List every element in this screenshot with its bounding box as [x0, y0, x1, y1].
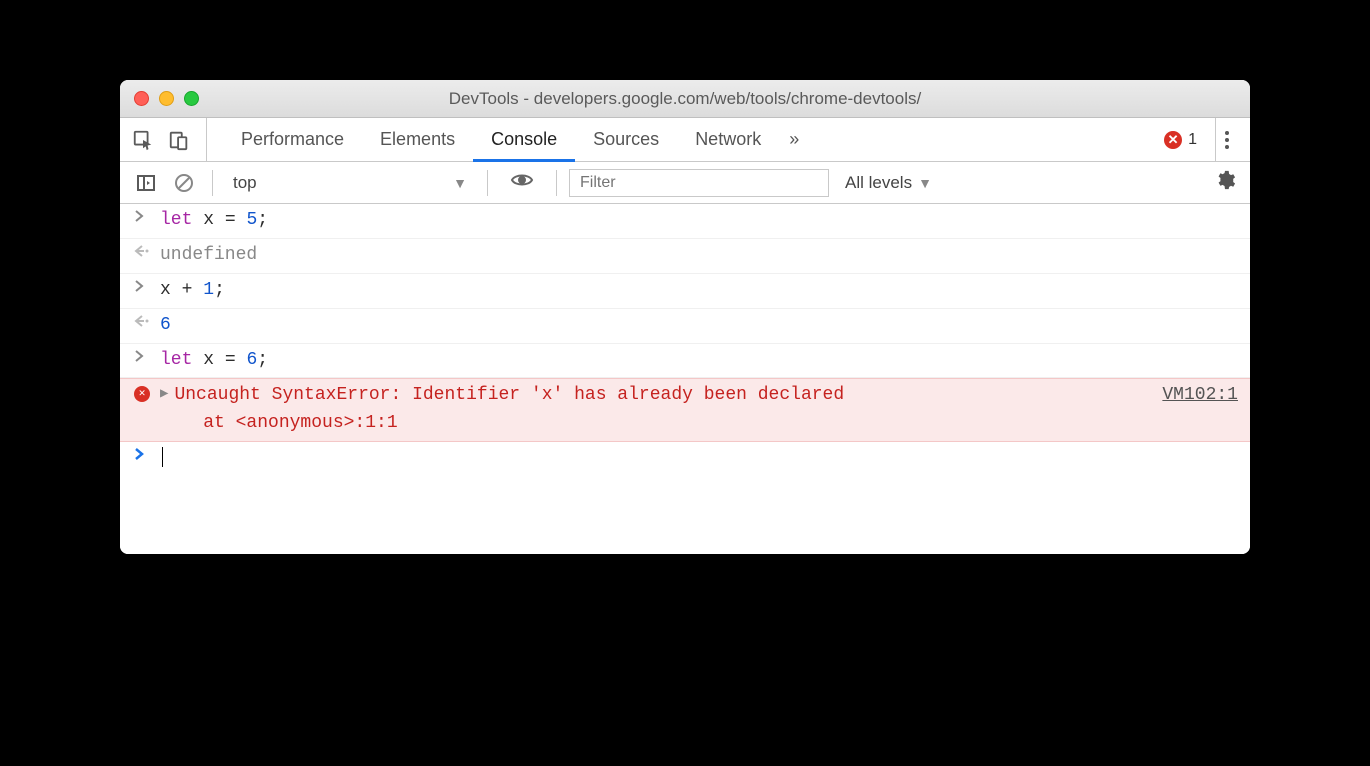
minimize-window-button[interactable]: [159, 91, 174, 106]
tab-console[interactable]: Console: [473, 118, 575, 161]
input-prompt-icon: [134, 347, 160, 363]
error-message: ▶Uncaught SyntaxError: Identifier 'x' ha…: [160, 382, 1142, 438]
console-line-content: let x = 5;: [160, 207, 1238, 235]
devtools-window: DevTools - developers.google.com/web/too…: [120, 80, 1250, 554]
log-levels-value: All levels: [845, 173, 912, 193]
console-input-line[interactable]: let x = 6;: [120, 344, 1250, 379]
window-titlebar: DevTools - developers.google.com/web/too…: [120, 80, 1250, 118]
clear-console-icon[interactable]: [168, 173, 200, 193]
tabs-overflow-button[interactable]: »: [779, 129, 809, 150]
error-icon: ✕: [134, 382, 160, 402]
error-count-badge[interactable]: ✕ 1: [1154, 131, 1207, 149]
result-arrow-icon: [134, 312, 160, 328]
console-result-line[interactable]: undefined: [120, 239, 1250, 274]
console-result-line[interactable]: 6: [120, 309, 1250, 344]
chevron-down-icon: ▼: [453, 175, 467, 191]
console-line-content: undefined: [160, 242, 1238, 270]
prompt-icon: [134, 445, 160, 461]
error-icon: ✕: [1164, 131, 1182, 149]
console-toolbar: top ▼ All levels ▼: [120, 162, 1250, 204]
window-title: DevTools - developers.google.com/web/too…: [120, 89, 1250, 109]
toggle-console-sidebar-icon[interactable]: [130, 173, 162, 193]
more-options-button[interactable]: [1215, 118, 1238, 161]
traffic-lights: [134, 91, 199, 106]
live-expression-icon[interactable]: [500, 170, 544, 195]
execution-context-select[interactable]: top ▼: [225, 173, 475, 193]
chevron-down-icon: ▼: [918, 175, 932, 191]
inspect-element-icon[interactable]: [132, 129, 154, 151]
zoom-window-button[interactable]: [184, 91, 199, 106]
console-output[interactable]: let x = 5;undefinedx + 1;6let x = 6;✕▶Un…: [120, 204, 1250, 554]
log-levels-select[interactable]: All levels ▼: [835, 173, 942, 193]
main-tabs-bar: PerformanceElementsConsoleSourcesNetwork…: [120, 118, 1250, 162]
tab-performance[interactable]: Performance: [223, 118, 362, 161]
text-cursor: [162, 447, 163, 467]
error-stack-trace: at <anonymous>:1:1: [160, 413, 398, 433]
result-arrow-icon: [134, 242, 160, 258]
console-line-content: x + 1;: [160, 277, 1238, 305]
console-input-line[interactable]: let x = 5;: [120, 204, 1250, 239]
toggle-device-toolbar-icon[interactable]: [168, 129, 190, 151]
console-prompt-line[interactable]: [120, 442, 1250, 476]
error-count: 1: [1188, 131, 1197, 149]
console-input-line[interactable]: x + 1;: [120, 274, 1250, 309]
close-window-button[interactable]: [134, 91, 149, 106]
console-line-content: let x = 6;: [160, 347, 1238, 375]
filter-input[interactable]: [569, 169, 829, 197]
tab-elements[interactable]: Elements: [362, 118, 473, 161]
input-prompt-icon: [134, 207, 160, 223]
tab-sources[interactable]: Sources: [575, 118, 677, 161]
console-error-line[interactable]: ✕▶Uncaught SyntaxError: Identifier 'x' h…: [120, 378, 1250, 442]
console-settings-icon[interactable]: [1214, 169, 1236, 196]
tab-network[interactable]: Network: [677, 118, 779, 161]
error-source-link[interactable]: VM102:1: [1142, 382, 1238, 410]
expand-error-icon[interactable]: ▶: [160, 386, 168, 402]
input-prompt-icon: [134, 277, 160, 293]
console-prompt-input[interactable]: [160, 445, 1238, 473]
execution-context-value: top: [233, 173, 257, 193]
console-line-content: 6: [160, 312, 1238, 340]
